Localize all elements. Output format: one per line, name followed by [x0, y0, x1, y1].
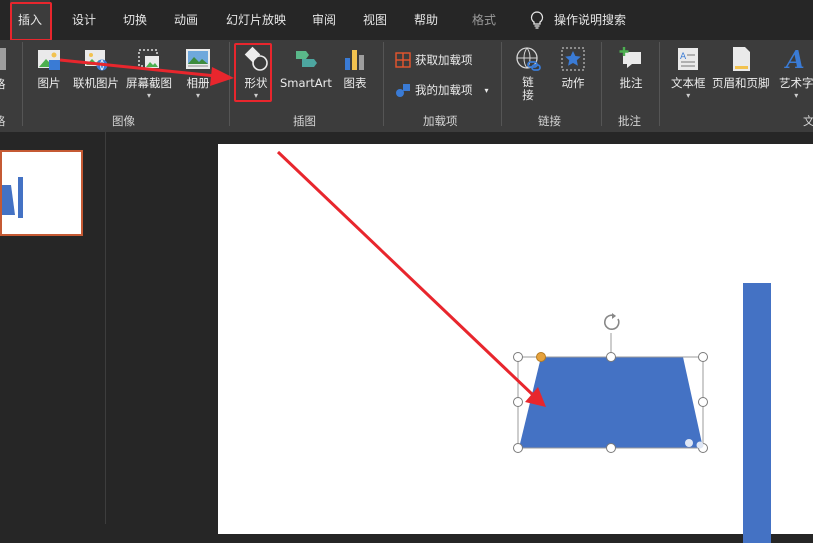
- tab-review[interactable]: 审阅: [312, 0, 336, 40]
- screenshot-icon: [136, 46, 162, 72]
- header-footer-button[interactable]: 页眉和页脚: [712, 44, 770, 110]
- chart-icon: [342, 46, 368, 72]
- ribbon: 格 格 图片 联机图片 屏幕截图 ▾ 相册 ▾ 图像 形状 ▾: [0, 40, 813, 132]
- my-addins-button[interactable]: 我的加载项 ▾: [395, 80, 489, 100]
- get-addins-button[interactable]: 获取加载项: [395, 50, 473, 70]
- chart-button[interactable]: 图表: [342, 44, 368, 110]
- links-group-label: 链接: [538, 114, 561, 128]
- lightbulb-icon: [530, 11, 544, 29]
- group-separator: [383, 42, 384, 126]
- textbox-dropdown-arrow: ▾: [686, 91, 691, 100]
- textbox-icon: A: [675, 46, 701, 72]
- online-picture-icon: [83, 46, 109, 72]
- slide-canvas[interactable]: [218, 144, 813, 543]
- tab-help[interactable]: 帮助: [414, 0, 438, 40]
- smartart-button[interactable]: SmartArt: [280, 44, 332, 110]
- cut-off-button-label: 格: [0, 76, 6, 92]
- tab-format[interactable]: 格式: [472, 0, 496, 40]
- comment-button[interactable]: 批注: [618, 44, 644, 110]
- photo-album-dropdown-arrow: ▾: [195, 91, 200, 100]
- screenshot-button[interactable]: 屏幕截图 ▾: [126, 44, 172, 110]
- my-addins-icon: [395, 82, 411, 98]
- photo-album-button[interactable]: 相册 ▾: [185, 44, 211, 110]
- store-icon: [395, 52, 411, 68]
- wordart-button[interactable]: A 艺术字 ▾: [779, 44, 813, 110]
- tab-transitions[interactable]: 切换: [123, 0, 147, 40]
- group-separator: [601, 42, 602, 126]
- picture-icon: [36, 46, 62, 72]
- pane-divider: [105, 132, 106, 524]
- slide-thumbnail[interactable]: [0, 150, 83, 236]
- header-footer-icon: [728, 46, 754, 72]
- online-picture-button[interactable]: 联机图片: [73, 44, 119, 110]
- tell-me-search[interactable]: 操作说明搜索: [530, 0, 626, 40]
- wordart-dropdown-arrow: ▾: [794, 91, 799, 100]
- tab-animations[interactable]: 动画: [174, 0, 198, 40]
- image-group-label: 图像: [112, 114, 135, 128]
- vertical-rectangle-shape[interactable]: [743, 283, 771, 543]
- svg-text:A: A: [784, 46, 805, 72]
- picture-button[interactable]: 图片: [36, 44, 62, 110]
- group-separator: [501, 42, 502, 126]
- textbox-button[interactable]: A 文本框 ▾: [671, 44, 706, 110]
- group-separator: [22, 42, 23, 126]
- text-group-label: 文: [803, 114, 813, 128]
- comments-group-label: 批注: [618, 114, 641, 128]
- new-comment-icon: [618, 46, 644, 72]
- insert-tab-highlight: [10, 2, 52, 41]
- addins-group-label: 加载项: [423, 114, 458, 128]
- svg-text:A: A: [680, 52, 687, 62]
- thumbnail-content: [2, 177, 23, 218]
- cut-off-button-icon: [0, 48, 6, 70]
- tab-slideshow[interactable]: 幻灯片放映: [226, 0, 286, 40]
- photo-album-icon: [185, 46, 211, 72]
- smartart-icon: [293, 46, 319, 72]
- link-icon: [515, 46, 541, 72]
- cut-off-group-label: 格: [0, 113, 6, 129]
- group-separator: [229, 42, 230, 126]
- group-separator: [659, 42, 660, 126]
- shapes-button-highlight: [234, 43, 272, 102]
- screenshot-dropdown-arrow: ▾: [146, 91, 151, 100]
- tab-design[interactable]: 设计: [72, 0, 96, 40]
- action-star-icon: [560, 46, 586, 72]
- illustration-group-label: 插图: [293, 114, 316, 128]
- action-button[interactable]: 动作: [560, 44, 586, 110]
- my-addins-dropdown-arrow: ▾: [484, 85, 489, 95]
- wordart-icon: A: [783, 46, 809, 72]
- tab-view[interactable]: 视图: [363, 0, 387, 40]
- link-button[interactable]: 链 接: [515, 44, 541, 110]
- ribbon-tab-bar: 插入 设计 切换 动画 幻灯片放映 审阅 视图 帮助 格式 操作说明搜索: [0, 0, 813, 40]
